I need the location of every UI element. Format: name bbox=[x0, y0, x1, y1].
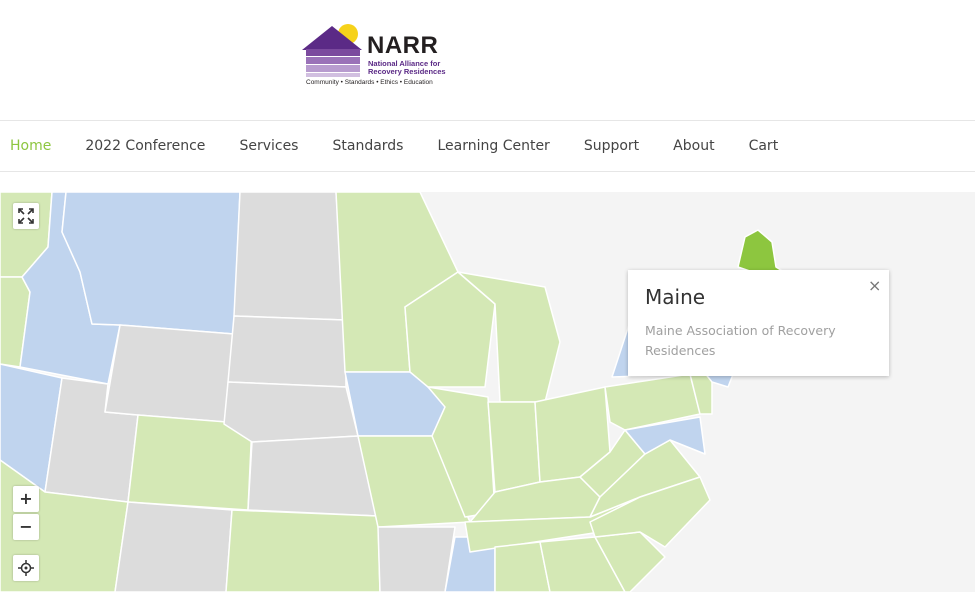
state-oklahoma[interactable] bbox=[225, 509, 381, 592]
site-header: NARR National Alliance for Recovery Resi… bbox=[0, 0, 975, 120]
popup-title: Maine bbox=[645, 285, 706, 309]
nav-home[interactable]: Home bbox=[10, 139, 51, 153]
nav-learning-center[interactable]: Learning Center bbox=[437, 139, 549, 153]
state-nebraska[interactable] bbox=[223, 381, 359, 443]
fullscreen-button[interactable] bbox=[13, 203, 39, 229]
locate-icon bbox=[18, 560, 34, 576]
affiliate-map[interactable]: + − bbox=[0, 192, 975, 592]
zoom-out-button[interactable]: − bbox=[13, 514, 39, 540]
fullscreen-icon bbox=[18, 208, 34, 224]
state-kansas[interactable] bbox=[247, 435, 379, 517]
nav-standards[interactable]: Standards bbox=[332, 139, 403, 153]
locate-button[interactable] bbox=[13, 555, 39, 581]
logo-subtitle: National Alliance for Recovery Residence… bbox=[368, 59, 446, 76]
nav-support[interactable]: Support bbox=[584, 139, 639, 153]
nav-about[interactable]: About bbox=[673, 139, 714, 153]
state-north-dakota[interactable] bbox=[233, 192, 346, 321]
nav-cart[interactable]: Cart bbox=[749, 139, 779, 153]
state-info-popup: Maine Maine Association of Recovery Resi… bbox=[628, 270, 889, 376]
main-navigation: Home 2022 Conference Services Standards … bbox=[0, 120, 975, 172]
nav-2022-conference[interactable]: 2022 Conference bbox=[85, 139, 205, 153]
state-wyoming[interactable] bbox=[104, 324, 235, 423]
state-arkansas[interactable] bbox=[377, 526, 456, 592]
logo-title: NARR bbox=[367, 32, 439, 59]
state-montana[interactable] bbox=[61, 192, 241, 335]
nav-services[interactable]: Services bbox=[239, 139, 298, 153]
zoom-in-button[interactable]: + bbox=[13, 486, 39, 512]
state-indiana[interactable] bbox=[487, 401, 541, 493]
close-icon[interactable]: × bbox=[868, 278, 881, 294]
state-south-dakota[interactable] bbox=[227, 315, 347, 388]
state-new-mexico[interactable] bbox=[114, 501, 233, 592]
us-states-map bbox=[0, 192, 785, 592]
narr-logo[interactable]: NARR National Alliance for Recovery Resi… bbox=[300, 22, 460, 92]
logo-house-icon bbox=[302, 24, 362, 77]
popup-description: Maine Association of Recovery Residences bbox=[645, 323, 836, 358]
logo-tagline: Community • Standards • Ethics • Educati… bbox=[306, 79, 433, 86]
